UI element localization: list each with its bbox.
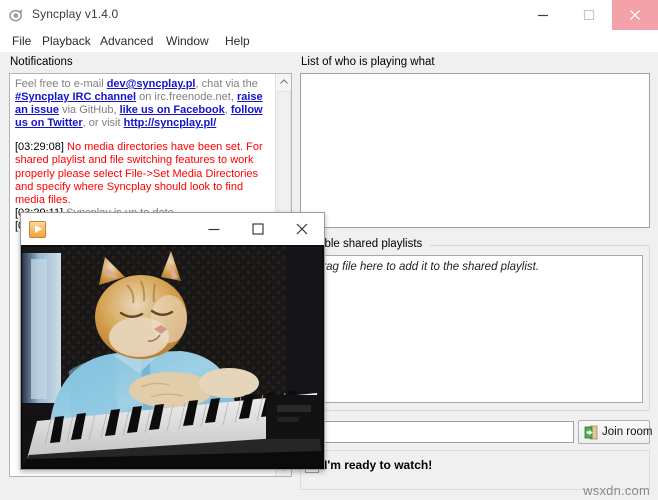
menu-item-advanced[interactable]: Advanced — [94, 33, 159, 49]
minimize-icon[interactable] — [192, 213, 236, 245]
notifications-intro: Feel free to e-mail dev@syncplay.pl, cha… — [15, 78, 273, 130]
playlist-drop-area[interactable]: Drag file here to add it to the shared p… — [307, 255, 643, 403]
door-enter-icon — [584, 425, 599, 443]
link-facebook[interactable]: like us on Facebook — [120, 104, 225, 116]
link-irc-channel[interactable]: #Syncplay IRC channel — [15, 91, 136, 103]
link-website[interactable]: http://syncplay.pl/ — [124, 117, 217, 129]
intro-mid5: , or visit — [82, 117, 124, 130]
menu-item-playback[interactable]: Playback — [36, 33, 97, 49]
intro-mid1: , chat via the — [195, 78, 258, 90]
menu-item-help[interactable]: Help — [219, 33, 256, 49]
link-email[interactable]: dev@syncplay.pl — [107, 78, 196, 90]
close-icon[interactable] — [280, 213, 324, 245]
chevron-up-icon[interactable] — [276, 74, 291, 90]
log-timestamp: [03:29:08] — [15, 141, 64, 154]
media-player-window — [20, 212, 325, 470]
menu-item-window[interactable]: Window — [160, 33, 215, 49]
maximize-icon[interactable] — [236, 213, 280, 245]
room-input[interactable] — [300, 421, 574, 443]
notifications-text: Feel free to e-mail dev@syncplay.pl, cha… — [15, 78, 273, 233]
keyboard-cat-video-frame — [21, 245, 324, 469]
join-room-label: Join room — [602, 426, 653, 438]
join-room-button[interactable]: Join room — [578, 420, 653, 444]
notifications-group-label: Notifications — [10, 56, 73, 68]
minimize-icon[interactable] — [520, 0, 566, 30]
maximize-icon[interactable] — [566, 0, 612, 30]
media-player-play-icon — [29, 221, 46, 238]
title-bar: Syncplay v1.4.0 — [0, 0, 658, 31]
video-surface[interactable] — [21, 245, 324, 469]
syncplay-logo-icon — [8, 7, 25, 24]
playing-list-group-label: List of who is playing what — [301, 56, 435, 68]
close-icon[interactable] — [612, 0, 658, 30]
intro-mid2: on irc.freenode.net, — [136, 91, 237, 104]
menu-item-file[interactable]: File — [6, 33, 37, 49]
playlist-drop-hint: Drag file here to add it to the shared p… — [314, 261, 540, 273]
window-title: Syncplay v1.4.0 — [32, 7, 119, 21]
menu-bar: File Playback Advanced Window Help — [0, 30, 658, 52]
playing-list-panel[interactable] — [300, 73, 650, 228]
watermark-text: wsxdn.com — [583, 483, 650, 498]
player-title-bar — [21, 213, 324, 245]
ready-to-watch-label[interactable]: I'm ready to watch! — [324, 458, 432, 472]
intro-mid3: via GitHub, — [59, 104, 120, 117]
log-entry: [03:29:08] No media directories have bee… — [15, 141, 273, 206]
intro-prefix: Feel free to e-mail — [15, 78, 107, 90]
